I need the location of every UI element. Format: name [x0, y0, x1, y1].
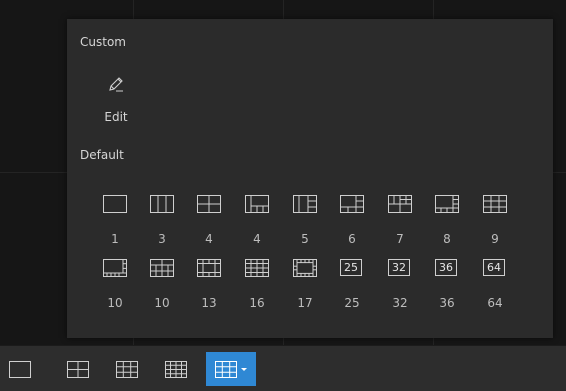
layout-option-5[interactable]: 5: [281, 195, 329, 257]
layout-16-icon: [245, 259, 269, 277]
layout-count: 13: [201, 296, 217, 310]
single-view-button[interactable]: [0, 352, 38, 386]
layout-option-16[interactable]: 16: [233, 259, 281, 321]
layout-count: 36: [439, 296, 455, 310]
layout-3-icon: [150, 195, 174, 213]
layout-option-6[interactable]: 6: [328, 195, 376, 257]
layout-option-32[interactable]: 32 32: [376, 259, 424, 321]
layout-6-icon: [340, 195, 364, 213]
sixteen-view-icon: [165, 361, 187, 378]
layout-5-icon: [293, 195, 317, 213]
layout-option-7[interactable]: 7: [376, 195, 424, 257]
layout-count: 7: [396, 232, 404, 246]
layout-count: 10: [107, 296, 123, 310]
four-view-button[interactable]: [58, 352, 96, 386]
layout-count: 3: [158, 232, 166, 246]
layout-option-9[interactable]: 9: [471, 195, 519, 257]
layout-count: 16: [249, 296, 265, 310]
sixteen-view-button[interactable]: [156, 352, 194, 386]
layout-13-icon: [197, 259, 221, 277]
layout-count: 4: [205, 232, 213, 246]
single-view-icon: [9, 361, 31, 378]
layout-7-icon: [388, 195, 412, 213]
layout-count: 10: [154, 296, 170, 310]
layout-count: 9: [491, 232, 499, 246]
layout-option-17[interactable]: 17: [281, 259, 329, 321]
layout-popup: Custom Edit Default 1 3 4 4 5 6 7 8 9 10…: [67, 19, 553, 338]
layout-32-icon: 32: [388, 259, 410, 276]
pencil-icon: [109, 77, 123, 92]
layout-25-icon: 25: [340, 259, 362, 276]
layout-option-3[interactable]: 3: [138, 195, 186, 257]
layout-10-icon: [103, 259, 127, 277]
layout-count: 5: [301, 232, 309, 246]
layout-8-icon: [435, 195, 459, 213]
layout-64-icon: 64: [483, 259, 505, 276]
layout-option-4[interactable]: 4: [185, 195, 233, 257]
layout-36-icon: 36: [435, 259, 457, 276]
layout-count: 1: [111, 232, 119, 246]
layout-option-4-alt[interactable]: 4: [233, 195, 281, 257]
nine-view-icon: [116, 361, 138, 378]
layout-count: 4: [253, 232, 261, 246]
layout-count: 8: [443, 232, 451, 246]
layout-17-icon: [293, 259, 317, 277]
layout-option-36[interactable]: 36 36: [423, 259, 471, 321]
layout-option-1[interactable]: 1: [91, 195, 139, 257]
layout-toolbar: [0, 345, 566, 391]
layout-option-8[interactable]: 8: [423, 195, 471, 257]
more-layouts-icon: [215, 361, 237, 378]
custom-section-label: Custom: [80, 35, 126, 49]
layout-option-10-alt[interactable]: 10: [138, 259, 186, 321]
layout-1-icon: [103, 195, 127, 213]
more-layouts-button[interactable]: [206, 352, 256, 386]
layout-option-10[interactable]: 10: [91, 259, 139, 321]
dropdown-caret-icon: [241, 368, 247, 371]
layout-count: 17: [297, 296, 313, 310]
edit-layout-button[interactable]: Edit: [95, 74, 137, 130]
layout-9-icon: [483, 195, 507, 213]
layout-count: 64: [487, 296, 503, 310]
four-view-icon: [67, 361, 89, 378]
layout-count: 32: [392, 296, 408, 310]
layout-option-64[interactable]: 64 64: [471, 259, 519, 321]
layout-10-alt-icon: [150, 259, 174, 277]
default-section-label: Default: [80, 148, 124, 162]
layout-4-icon: [197, 195, 221, 213]
layout-option-13[interactable]: 13: [185, 259, 233, 321]
layout-4-main-icon: [245, 195, 269, 213]
edit-label: Edit: [104, 110, 128, 124]
layout-count: 25: [344, 296, 360, 310]
nine-view-button[interactable]: [107, 352, 145, 386]
layout-count: 6: [348, 232, 356, 246]
layout-option-25[interactable]: 25 25: [328, 259, 376, 321]
